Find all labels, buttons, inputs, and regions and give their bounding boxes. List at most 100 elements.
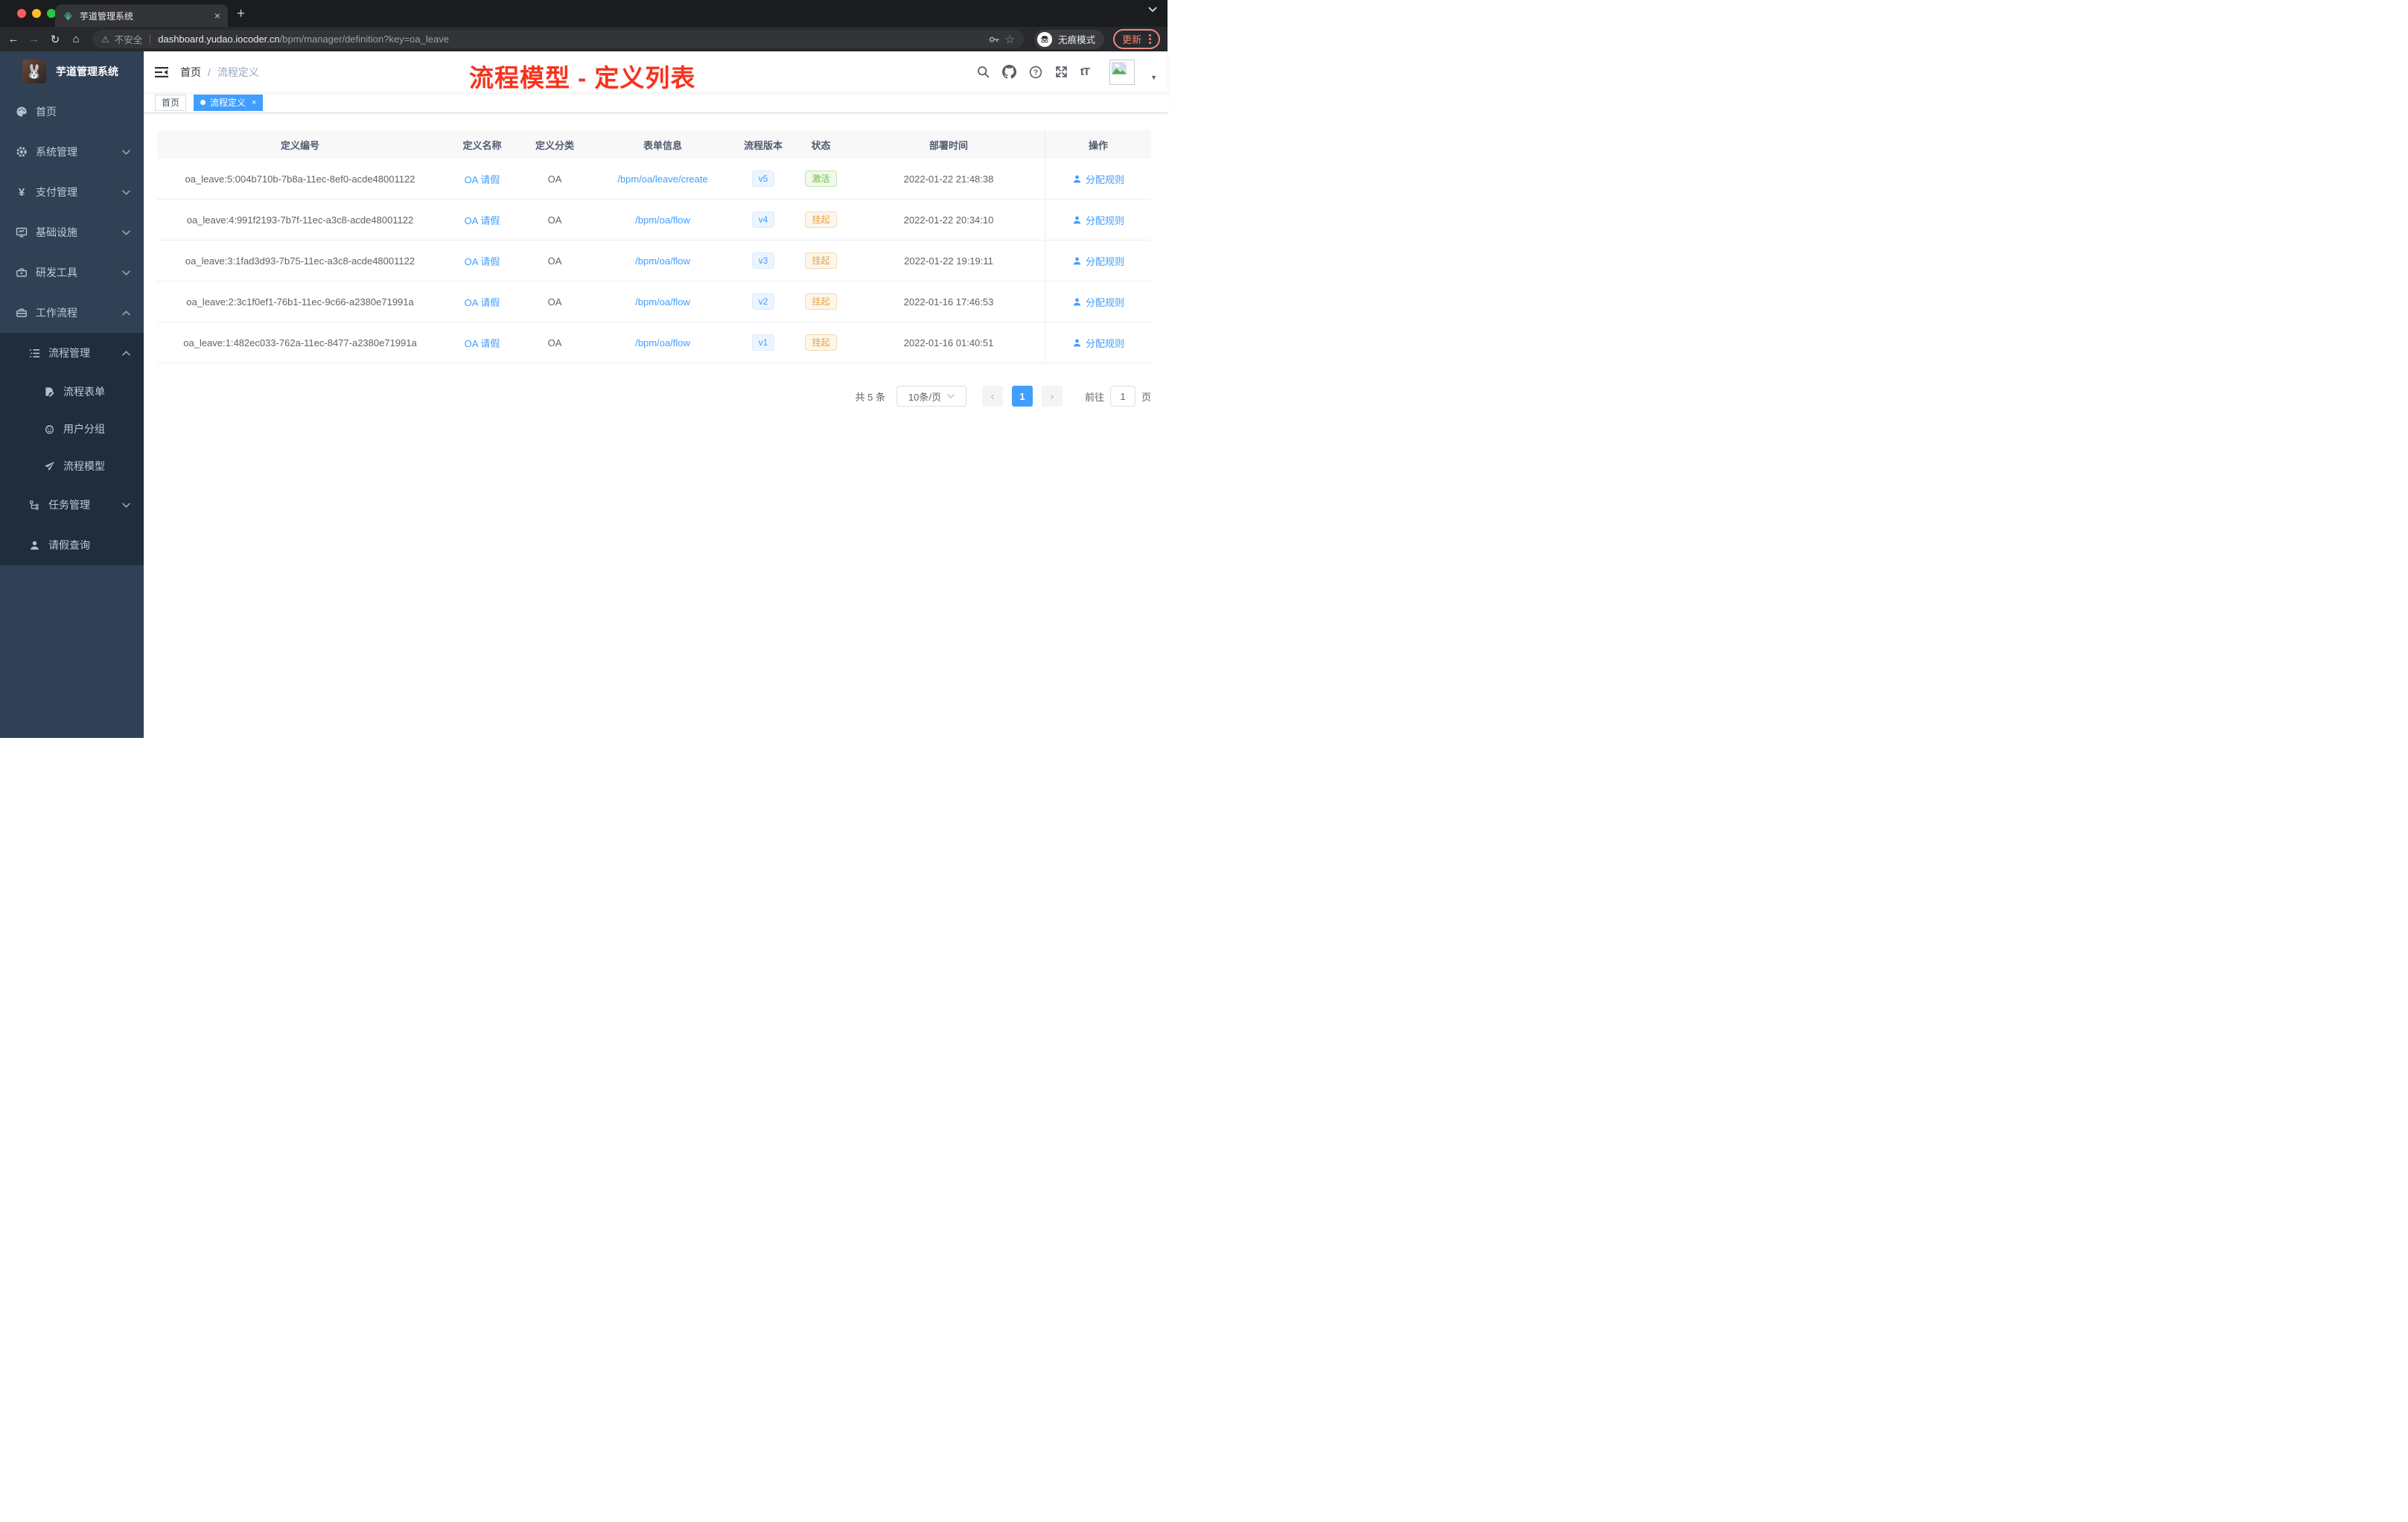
avatar-caret-down-icon[interactable]: ▼ xyxy=(1150,74,1157,81)
tags-view-bar: 首页 流程定义 × xyxy=(144,92,1168,113)
sidebar-item-process-management[interactable]: 流程管理 xyxy=(0,333,144,373)
assign-rule-button[interactable]: 分配规则 xyxy=(1072,336,1124,350)
chevron-down-icon xyxy=(122,150,130,155)
sidebar-item-system[interactable]: 系统管理 xyxy=(0,132,144,172)
bookmark-star-icon[interactable]: ☆ xyxy=(1005,33,1015,46)
prev-page-button[interactable]: ‹ xyxy=(981,386,1003,407)
user-avatar[interactable] xyxy=(1109,59,1135,85)
breadcrumb-current: 流程定义 xyxy=(217,66,259,78)
breadcrumb-home[interactable]: 首页 xyxy=(180,65,201,80)
deploy-time: 2022-01-22 20:34:10 xyxy=(903,214,994,226)
form-link[interactable]: /bpm/oa/flow xyxy=(635,337,690,348)
sidebar-item-label: 任务管理 xyxy=(48,499,90,511)
deploy-time: 2022-01-22 21:48:38 xyxy=(903,173,994,185)
address-bar[interactable]: ⚠ 不安全 dashboard.yudao.iocoder.cn/bpm/man… xyxy=(92,30,1024,48)
column-header: 定义名称 xyxy=(462,139,502,151)
url-path: /bpm/manager/definition?key=oa_leave xyxy=(279,34,449,45)
browser-tab[interactable]: 芋道管理系统 × xyxy=(55,4,228,27)
sidebar-item-payment[interactable]: ¥ 支付管理 xyxy=(0,172,144,212)
github-icon[interactable] xyxy=(1001,65,1016,79)
sidebar-item-workflow[interactable]: 工作流程 xyxy=(0,293,144,333)
form-link[interactable]: /bpm/oa/flow xyxy=(635,296,690,308)
sidebar-item-home[interactable]: 首页 xyxy=(0,92,144,132)
forward-button[interactable]: → xyxy=(25,33,43,45)
tab-close-icon[interactable]: × xyxy=(214,10,220,22)
incognito-label: 无痕模式 xyxy=(1057,35,1095,45)
sidebar-item-task-management[interactable]: 任务管理 xyxy=(0,485,144,525)
password-key-icon[interactable] xyxy=(988,34,1000,45)
font-size-icon[interactable]: tT xyxy=(1080,66,1090,78)
security-label[interactable]: 不安全 xyxy=(115,32,143,46)
tab-search-chevron-down-icon[interactable] xyxy=(1148,7,1157,13)
user-icon xyxy=(1073,257,1081,264)
sidebar-item-label: 流程管理 xyxy=(48,347,90,359)
help-icon[interactable]: ? xyxy=(1029,66,1042,79)
reload-button[interactable]: ↻ xyxy=(46,33,64,46)
definition-category: OA xyxy=(547,337,562,348)
toolbox-icon xyxy=(15,267,28,278)
definition-name-link[interactable]: OA 请假 xyxy=(465,338,500,349)
status-badge: 挂起 xyxy=(805,252,837,269)
version-badge: v3 xyxy=(751,252,775,269)
current-page-button[interactable]: 1 xyxy=(1011,386,1033,407)
incognito-icon xyxy=(1036,31,1052,47)
definition-name-link[interactable]: OA 请假 xyxy=(465,256,500,267)
definition-name-link[interactable]: OA 请假 xyxy=(465,215,500,226)
version-badge: v2 xyxy=(751,293,775,310)
page-content: 定义编号 定义名称 定义分类 表单信息 流程版本 状态 部署时间 操作 oa_l… xyxy=(144,113,1168,738)
tag-home[interactable]: 首页 xyxy=(155,94,187,111)
page-size-value: 10条/页 xyxy=(908,391,941,403)
sidebar-logo[interactable]: 🐰 芋道管理系统 xyxy=(0,51,144,92)
sidebar-item-label: 工作流程 xyxy=(36,307,77,319)
tab-favicon-plant-icon xyxy=(63,10,74,22)
form-link[interactable]: /bpm/oa/leave/create xyxy=(617,173,707,185)
tag-close-icon[interactable]: × xyxy=(252,98,256,107)
sidebar-fold-icon[interactable] xyxy=(155,66,168,78)
tag-process-definition[interactable]: 流程定义 × xyxy=(194,94,264,111)
form-link[interactable]: /bpm/oa/flow xyxy=(635,255,690,267)
status-badge: 挂起 xyxy=(805,211,837,228)
assign-rule-button[interactable]: 分配规则 xyxy=(1072,254,1124,268)
browser-menu-kebab-icon[interactable] xyxy=(1149,34,1151,44)
fullscreen-icon[interactable] xyxy=(1055,66,1068,78)
url-text[interactable]: dashboard.yudao.iocoder.cn/bpm/manager/d… xyxy=(158,34,982,45)
deploy-time: 2022-01-16 01:40:51 xyxy=(903,337,994,348)
page-size-select[interactable]: 10条/页 xyxy=(896,386,966,407)
definition-name-link[interactable]: OA 请假 xyxy=(465,297,500,308)
back-button[interactable]: ← xyxy=(4,33,22,45)
definition-id: oa_leave:1:482ec033-762a-11ec-8477-a2380… xyxy=(183,337,417,348)
sidebar-item-process-model[interactable]: 流程模型 xyxy=(0,448,144,485)
home-button[interactable]: ⌂ xyxy=(67,33,85,45)
assign-rule-button[interactable]: 分配规则 xyxy=(1072,295,1124,309)
definition-category: OA xyxy=(547,296,562,308)
broken-image-icon xyxy=(1112,61,1127,74)
minimize-window-button[interactable] xyxy=(32,9,41,18)
chevron-down-icon xyxy=(122,230,130,235)
new-tab-button[interactable]: + xyxy=(237,6,245,22)
browser-update-button[interactable]: 更新 xyxy=(1112,29,1160,49)
sidebar-item-infrastructure[interactable]: 基础设施 xyxy=(0,212,144,252)
sidebar-item-label: 基础设施 xyxy=(36,226,77,238)
goto-page-input[interactable] xyxy=(1109,386,1135,407)
tag-label: 首页 xyxy=(162,98,180,108)
sidebar-item-dev-tools[interactable]: 研发工具 xyxy=(0,252,144,293)
goto-label: 前往 xyxy=(1084,391,1104,403)
sidebar-item-process-form[interactable]: 流程表单 xyxy=(0,373,144,410)
chevron-down-icon xyxy=(947,394,955,398)
definition-name-link[interactable]: OA 请假 xyxy=(465,174,500,185)
version-badge: v5 xyxy=(751,171,775,187)
update-label: 更新 xyxy=(1121,34,1141,45)
total-count: 共 5 条 xyxy=(855,391,885,403)
sidebar-item-label: 研发工具 xyxy=(36,267,77,278)
close-window-button[interactable] xyxy=(17,9,26,18)
assign-rule-button[interactable]: 分配规则 xyxy=(1072,213,1124,227)
next-page-button[interactable]: › xyxy=(1041,386,1063,407)
search-icon[interactable] xyxy=(977,66,990,78)
assign-rule-button[interactable]: 分配规则 xyxy=(1072,172,1124,186)
table-row: oa_leave:2:3c1f0ef1-76b1-11ec-9c66-a2380… xyxy=(157,281,1151,322)
sidebar-item-leave-query[interactable]: 请假查询 xyxy=(0,525,144,565)
chevron-down-icon xyxy=(122,270,130,276)
sidebar-item-user-group[interactable]: 用户分组 xyxy=(0,410,144,448)
form-link[interactable]: /bpm/oa/flow xyxy=(635,214,690,226)
chevron-up-icon xyxy=(122,350,130,356)
